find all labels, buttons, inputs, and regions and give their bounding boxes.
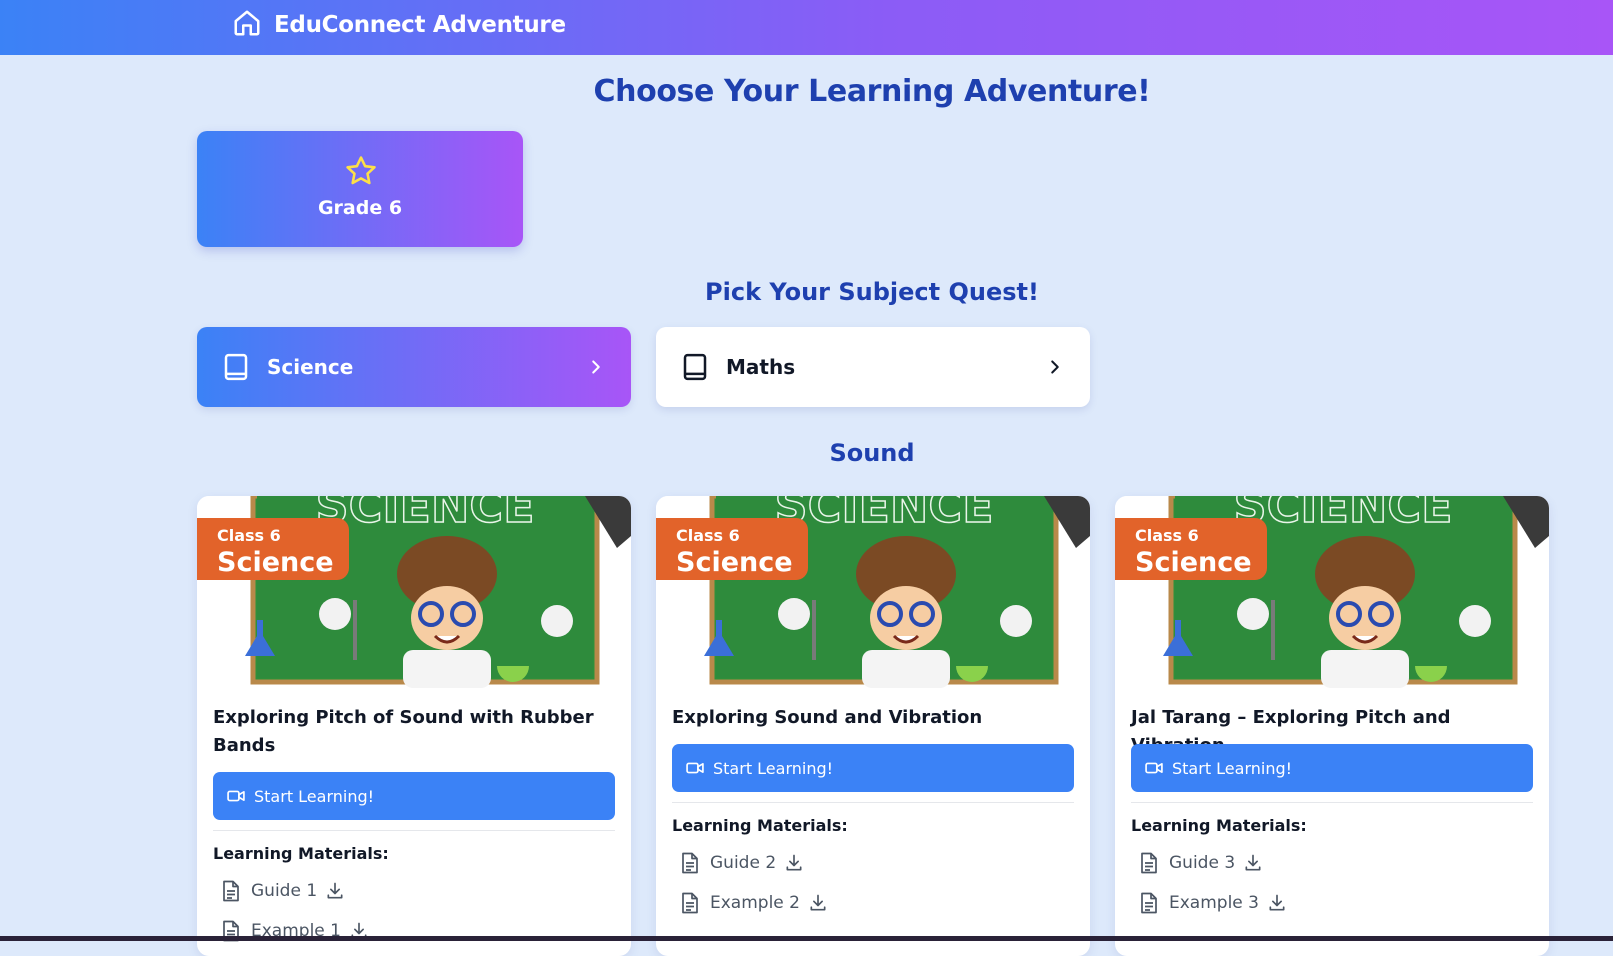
start-learning-button[interactable]: Start Learning! (1131, 744, 1533, 792)
material-item[interactable]: Guide 2 (680, 852, 804, 874)
class-badge: Class 6 Science (656, 518, 808, 580)
home-icon[interactable] (232, 8, 262, 42)
material-label: Guide 3 (1169, 853, 1236, 873)
subject-science-label: Science (267, 355, 354, 379)
taskbar-edge (0, 936, 1613, 941)
material-label: Example 3 (1169, 893, 1259, 913)
top-header: EduConnect Adventure (0, 0, 1613, 55)
start-learning-button[interactable]: Start Learning! (213, 772, 615, 820)
divider (213, 830, 615, 831)
start-learning-button[interactable]: Start Learning! (672, 744, 1074, 792)
download-icon[interactable] (1267, 893, 1287, 913)
badge-subject: Science (676, 547, 793, 578)
book-icon (683, 353, 707, 381)
divider (672, 802, 1074, 803)
grade-label: Grade 6 (317, 197, 403, 219)
start-learning-label: Start Learning! (713, 758, 834, 778)
class-badge: Class 6 Science (1115, 518, 1267, 580)
material-label: Guide 2 (710, 853, 777, 873)
subject-heading: Pick Your Subject Quest! (705, 278, 1039, 306)
material-item[interactable]: Example 2 (680, 892, 828, 914)
subject-science-button[interactable]: Science (197, 327, 631, 407)
document-icon (223, 880, 239, 902)
material-item[interactable]: Guide 1 (221, 880, 345, 902)
start-learning-label: Start Learning! (254, 786, 375, 806)
subject-maths-button[interactable]: Maths (656, 327, 1090, 407)
subject-maths-label: Maths (726, 355, 796, 379)
lesson-card: SCIENCE Class 6 Science Exploring Pitch … (197, 496, 631, 956)
brand[interactable]: EduConnect Adventure (232, 8, 566, 42)
lesson-title: Exploring Pitch of Sound with Rubber Ban… (213, 707, 594, 756)
divider (1131, 802, 1533, 803)
material-item[interactable]: Example 3 (1139, 892, 1287, 914)
lesson-card: SCIENCE Class 6 Science Exploring Sound … (656, 496, 1090, 956)
document-icon (682, 852, 698, 874)
download-icon[interactable] (1243, 853, 1263, 873)
learning-materials-title: Learning Materials: (672, 816, 848, 835)
grade-card[interactable]: Grade 6 (197, 131, 523, 247)
app-title: EduConnect Adventure (274, 12, 566, 38)
material-label: Example 2 (710, 893, 800, 913)
download-icon[interactable] (325, 881, 345, 901)
material-label: Guide 1 (251, 881, 318, 901)
badge-class: Class 6 (1135, 526, 1199, 545)
badge-class: Class 6 (676, 526, 740, 545)
start-learning-label: Start Learning! (1172, 758, 1293, 778)
star-icon (346, 156, 376, 185)
class-badge: Class 6 Science (197, 518, 349, 580)
badge-subject: Science (1135, 547, 1252, 578)
download-icon[interactable] (808, 893, 828, 913)
badge-class: Class 6 (217, 526, 281, 545)
topic-heading: Sound (829, 439, 915, 467)
chevron-right-icon (592, 360, 600, 374)
video-icon (1145, 762, 1163, 774)
document-icon (682, 892, 698, 914)
badge-subject: Science (217, 547, 334, 578)
lesson-card: SCIENCE Class 6 Science Jal Tarang – Exp… (1115, 496, 1549, 956)
video-icon (227, 790, 245, 802)
material-item[interactable]: Guide 3 (1139, 852, 1263, 874)
document-icon (1141, 852, 1157, 874)
lesson-title: Exploring Sound and Vibration (672, 707, 983, 728)
learning-materials-title: Learning Materials: (1131, 816, 1307, 835)
video-icon (686, 762, 704, 774)
download-icon[interactable] (784, 853, 804, 873)
learning-materials-title: Learning Materials: (213, 844, 389, 863)
book-icon (224, 353, 248, 381)
page-title: Choose Your Learning Adventure! (593, 74, 1151, 109)
document-icon (1141, 892, 1157, 914)
chevron-right-icon (1051, 360, 1059, 374)
